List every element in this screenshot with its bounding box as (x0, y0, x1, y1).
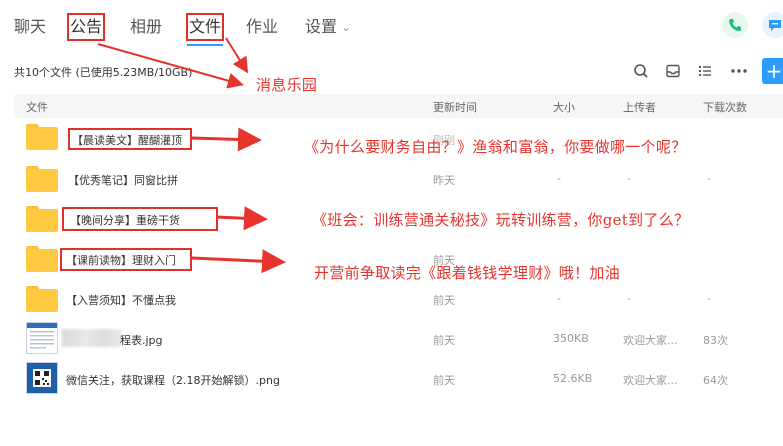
download-count: - (707, 172, 711, 185)
chevron-down-icon: ⌄ (341, 20, 352, 34)
file-size: 350KB (553, 332, 589, 345)
uploader: - (627, 292, 631, 305)
inbox-icon (666, 64, 680, 78)
list-view-button[interactable] (696, 62, 714, 80)
file-size: - (557, 292, 561, 305)
message-icon (769, 20, 781, 31)
list-view-icon (699, 66, 711, 76)
add-file-button[interactable]: + (762, 58, 783, 84)
annotation-row3: 《班会：训练营通关秘技》玩转训练营，你get到了么？ (312, 211, 690, 229)
file-size: 52.6KB (553, 372, 593, 385)
file-name[interactable]: 微信关注，获取课程（2.18开始解锁）.png (66, 372, 280, 388)
download-count: - (707, 292, 711, 305)
uploader: 欢迎大家... (623, 334, 678, 347)
search-button[interactable] (632, 62, 650, 80)
column-header-name[interactable]: 文件 (26, 99, 48, 115)
column-header-downloads[interactable]: 下载次数 (703, 99, 747, 115)
message-button[interactable] (762, 12, 783, 38)
annotation-row1: 《为什么要财务自由？》渔翁和富翁，你要做哪一个呢？ (304, 138, 687, 156)
folder-icon (26, 206, 58, 232)
highlight-box (62, 207, 218, 231)
folder-icon (26, 246, 58, 272)
blurred-text (62, 329, 122, 347)
folder-icon (26, 124, 58, 150)
annotation-row4: 开营前争取读完《跟着钱钱学理财》哦！加油 (314, 264, 621, 282)
active-tab-underline (187, 44, 223, 46)
tab-files[interactable]: 文件 (185, 13, 225, 41)
download-count: 83次 (703, 334, 728, 347)
phone-call-button[interactable] (722, 12, 748, 38)
uploader: 欢迎大家... (623, 374, 678, 387)
updated-time: 前天 (433, 334, 455, 347)
more-icon (731, 69, 747, 73)
uploader: - (627, 172, 631, 185)
folder-icon (26, 166, 58, 192)
tab-settings[interactable]: 设置 ⌄ (305, 16, 351, 38)
image-thumbnail (26, 322, 58, 354)
tab-album[interactable]: 相册 (130, 16, 162, 38)
column-header-size[interactable]: 大小 (553, 99, 575, 115)
column-header-uploader[interactable]: 上传者 (623, 99, 656, 115)
inbox-button[interactable] (664, 62, 682, 80)
search-icon (634, 64, 648, 78)
tab-settings-label: 设置 (305, 17, 338, 36)
updated-time: 前天 (433, 294, 455, 307)
folder-icon (26, 286, 58, 312)
arrow-to-nav-note (225, 37, 249, 74)
updated-time: 昨天 (433, 174, 455, 187)
file-size: - (557, 172, 561, 185)
tab-chat[interactable]: 聊天 (14, 16, 46, 38)
updated-time: 前天 (433, 374, 455, 387)
tab-announcement[interactable]: 公告 (66, 13, 106, 41)
file-name[interactable]: 【入营须知】不懂点我 (66, 292, 176, 308)
add-icon: + (765, 59, 783, 83)
download-count: 64次 (703, 374, 728, 387)
annotation-nav-note: 消息乐园 (256, 76, 318, 94)
tab-homework[interactable]: 作业 (246, 16, 278, 38)
file-name[interactable]: 【优秀笔记】同窗比拼 (68, 172, 178, 188)
arrow-row3 (215, 206, 268, 231)
qr-code-thumbnail (26, 362, 58, 394)
storage-summary: 共10个文件 (已使用5.23MB/10GB) (14, 66, 193, 79)
arrow-row4 (191, 249, 286, 274)
table-header (14, 94, 783, 118)
highlight-box (60, 248, 192, 271)
file-name[interactable]: 程表.jpg (120, 332, 163, 348)
arrow-row1 (191, 127, 262, 152)
more-button[interactable] (730, 62, 748, 80)
highlight-box (68, 128, 192, 150)
column-header-updated[interactable]: 更新时间 (433, 99, 477, 115)
phone-icon (729, 19, 741, 31)
